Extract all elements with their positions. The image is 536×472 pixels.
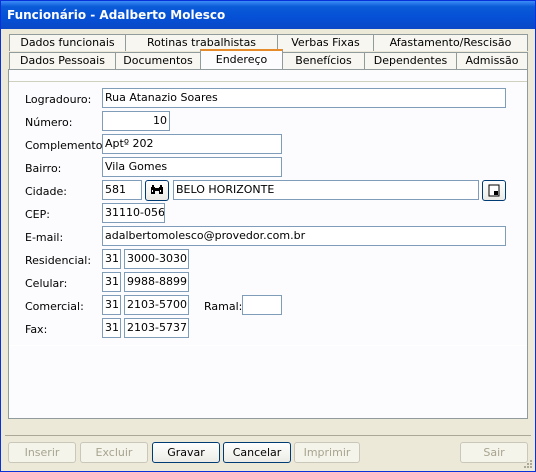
bairro-field[interactable]: Vila Gomes: [102, 157, 282, 177]
tab-dados-funcionais[interactable]: Dados funcionais: [9, 34, 126, 51]
fax-ddd-field[interactable]: 31: [102, 318, 121, 338]
celular-ddd-field[interactable]: 31: [102, 272, 121, 292]
bairro-label: Bairro:: [25, 162, 62, 175]
celular-phone-field[interactable]: 9988-8899: [124, 272, 189, 292]
comercial-label: Comercial:: [25, 300, 84, 313]
tab-beneficios[interactable]: Benefícios: [282, 52, 365, 69]
cidade-code-field[interactable]: 581: [102, 180, 142, 200]
tab-afastamento-rescisao[interactable]: Afastamento/Rescisão: [373, 34, 528, 51]
cancelar-button[interactable]: Cancelar: [223, 442, 291, 463]
gravar-button[interactable]: Gravar: [152, 442, 220, 463]
fax-label: Fax:: [25, 323, 48, 336]
residencial-phone-field[interactable]: 3000-3030: [124, 249, 189, 269]
cep-field[interactable]: 31110-056: [102, 203, 165, 223]
imprimir-button[interactable]: Imprimir: [294, 442, 360, 463]
tab-endereco[interactable]: Endereço: [200, 49, 283, 69]
numero-label: Número:: [25, 116, 73, 129]
tab-documentos[interactable]: Documentos: [115, 52, 201, 69]
resize-grip-icon[interactable]: [523, 459, 533, 469]
email-label: E-mail:: [25, 231, 64, 244]
logradouro-field[interactable]: Rua Atanazio Soares: [102, 88, 506, 108]
email-field[interactable]: adalbertomolesco@provedor.com.br: [102, 226, 506, 246]
binoculars-icon: [151, 185, 163, 194]
window-title: Funcionário - Adalberto Molesco: [7, 8, 226, 22]
inserir-button[interactable]: Inserir: [8, 442, 76, 463]
comercial-ddd-field[interactable]: 31: [102, 295, 121, 315]
document-icon: [488, 184, 500, 197]
fax-phone-field[interactable]: 2103-5737: [124, 318, 189, 338]
cep-label: CEP:: [25, 208, 50, 221]
residencial-ddd-field[interactable]: 31: [102, 249, 121, 269]
tab-panel-endereco: Logradouro: Rua Atanazio Soares Número: …: [8, 69, 528, 419]
window: Funcionário - Adalberto Molesco Dados fu…: [0, 0, 536, 472]
numero-field[interactable]: 10: [102, 111, 170, 131]
comercial-phone-field[interactable]: 2103-5700: [124, 295, 189, 315]
tab-dados-pessoais[interactable]: Dados Pessoais: [9, 52, 116, 69]
sair-button[interactable]: Sair: [460, 442, 528, 463]
search-city-button[interactable]: [145, 180, 169, 201]
complemento-label: Complemento:: [25, 139, 107, 152]
ramal-label: Ramal:: [204, 300, 243, 313]
tab-admissao[interactable]: Admissão: [456, 52, 528, 69]
residencial-label: Residencial:: [25, 254, 92, 267]
logradouro-label: Logradouro:: [25, 93, 92, 106]
cidade-name-field[interactable]: BELO HORIZONTE: [173, 180, 479, 200]
tab-dependentes[interactable]: Dependentes: [364, 52, 457, 69]
divider: [5, 435, 531, 436]
tab-verbas-fixas[interactable]: Verbas Fixas: [277, 34, 374, 51]
title-bar[interactable]: Funcionário - Adalberto Molesco: [1, 1, 535, 29]
cidade-label: Cidade:: [25, 185, 67, 198]
complemento-field[interactable]: Aptº 202: [102, 134, 282, 154]
city-detail-button[interactable]: [482, 180, 506, 201]
excluir-button[interactable]: Excluir: [80, 442, 148, 463]
celular-label: Celular:: [25, 277, 68, 290]
ramal-field[interactable]: [242, 295, 282, 315]
